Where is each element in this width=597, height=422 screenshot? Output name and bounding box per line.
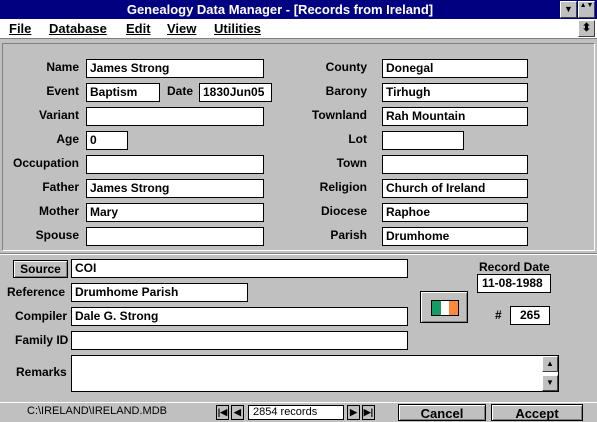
name-field[interactable]: James Strong — [86, 59, 264, 78]
number-label: # — [495, 308, 502, 322]
country-flag-button[interactable] — [420, 291, 468, 323]
county-label: County — [325, 60, 367, 74]
event-field[interactable]: Baptism — [86, 83, 160, 102]
last-record-button[interactable]: ▶| — [362, 405, 375, 420]
section-divider — [0, 253, 597, 255]
database-path: C:\IRELAND\IRELAND.MDB — [27, 405, 167, 417]
first-record-button[interactable]: |◀ — [216, 405, 229, 420]
restore-button[interactable]: ▲▼ — [578, 1, 595, 18]
menu-edit-label: Edit — [126, 21, 151, 36]
age-field[interactable]: 0 — [86, 131, 128, 150]
mdi-restore-button[interactable]: ⬍ — [578, 20, 595, 37]
variant-label: Variant — [38, 108, 79, 122]
diocese-field[interactable]: Raphoe — [382, 203, 528, 222]
menu-file-label: File — [9, 21, 32, 36]
reference-label: Reference — [7, 285, 66, 299]
next-record-button[interactable]: ▶ — [347, 405, 360, 420]
father-field[interactable]: James Strong — [86, 179, 264, 198]
compiler-label: Compiler — [15, 309, 68, 323]
family-id-field[interactable] — [71, 331, 408, 350]
date-field[interactable]: 1830Jun05 — [199, 83, 272, 102]
menu-utilities[interactable]: Utilities — [214, 20, 261, 37]
variant-field[interactable] — [86, 107, 264, 126]
remarks-label: Remarks — [16, 365, 67, 379]
compiler-field[interactable]: Dale G. Strong — [71, 307, 408, 326]
event-label: Event — [46, 84, 79, 98]
county-field[interactable]: Donegal — [382, 59, 528, 78]
source-button[interactable]: Source — [13, 260, 68, 278]
spouse-label: Spouse — [35, 228, 79, 242]
reference-field[interactable]: Drumhome Parish — [71, 283, 248, 302]
record-count: 2854 records — [248, 405, 344, 420]
menu-utilities-label: Utilities — [214, 21, 261, 36]
menu-edit[interactable]: Edit — [126, 20, 151, 37]
number-field[interactable]: 265 — [510, 306, 550, 325]
barony-label: Barony — [325, 84, 367, 98]
spouse-field[interactable] — [86, 227, 264, 246]
religion-label: Religion — [319, 180, 367, 194]
remarks-field[interactable] — [71, 355, 559, 392]
cancel-button[interactable]: Cancel — [398, 404, 486, 421]
mother-field[interactable]: Mary — [86, 203, 264, 222]
family-id-label: Family ID — [15, 333, 69, 347]
menu-database-label: Database — [49, 21, 107, 36]
town-label: Town — [336, 156, 367, 170]
menu-bar: File Database Edit View Utilities ⬍ — [0, 19, 597, 39]
window-title: Genealogy Data Manager - [Records from I… — [126, 2, 434, 17]
father-label: Father — [42, 180, 79, 194]
remarks-scroll-up[interactable]: ▲ — [542, 356, 558, 372]
townland-field[interactable]: Rah Mountain — [382, 107, 528, 126]
title-bar: Genealogy Data Manager - [Records from I… — [0, 0, 597, 19]
record-date-label: Record Date — [479, 260, 550, 274]
menu-file[interactable]: File — [9, 20, 31, 37]
menu-view[interactable]: View — [167, 20, 196, 37]
religion-field[interactable]: Church of Ireland — [382, 179, 528, 198]
accept-button[interactable]: Accept — [491, 404, 583, 421]
irish-flag-icon — [431, 300, 459, 316]
parish-field[interactable]: Drumhome — [382, 227, 528, 246]
barony-field[interactable]: Tirhugh — [382, 83, 528, 102]
source-field[interactable]: COI — [71, 259, 408, 278]
menu-view-label: View — [167, 21, 197, 36]
townland-label: Townland — [311, 108, 367, 122]
name-label: Name — [46, 60, 79, 74]
menu-database[interactable]: Database — [49, 20, 107, 37]
age-label: Age — [56, 132, 79, 146]
remarks-scroll-down[interactable]: ▼ — [542, 375, 558, 391]
prev-record-button[interactable]: ◀ — [231, 405, 244, 420]
occupation-field[interactable] — [86, 155, 264, 174]
mother-label: Mother — [39, 204, 79, 218]
town-field[interactable] — [382, 155, 528, 174]
parish-label: Parish — [330, 228, 367, 242]
date-label: Date — [167, 84, 194, 98]
lot-label: Lot — [348, 132, 367, 146]
minimize-button[interactable]: ▼ — [560, 1, 577, 18]
lot-field[interactable] — [382, 131, 464, 150]
record-date-field[interactable]: 11-08-1988 — [477, 274, 551, 293]
diocese-label: Diocese — [320, 204, 367, 218]
occupation-label: Occupation — [12, 156, 79, 170]
status-bar: C:\IRELAND\IRELAND.MDB |◀ ◀ 2854 records… — [0, 402, 597, 421]
